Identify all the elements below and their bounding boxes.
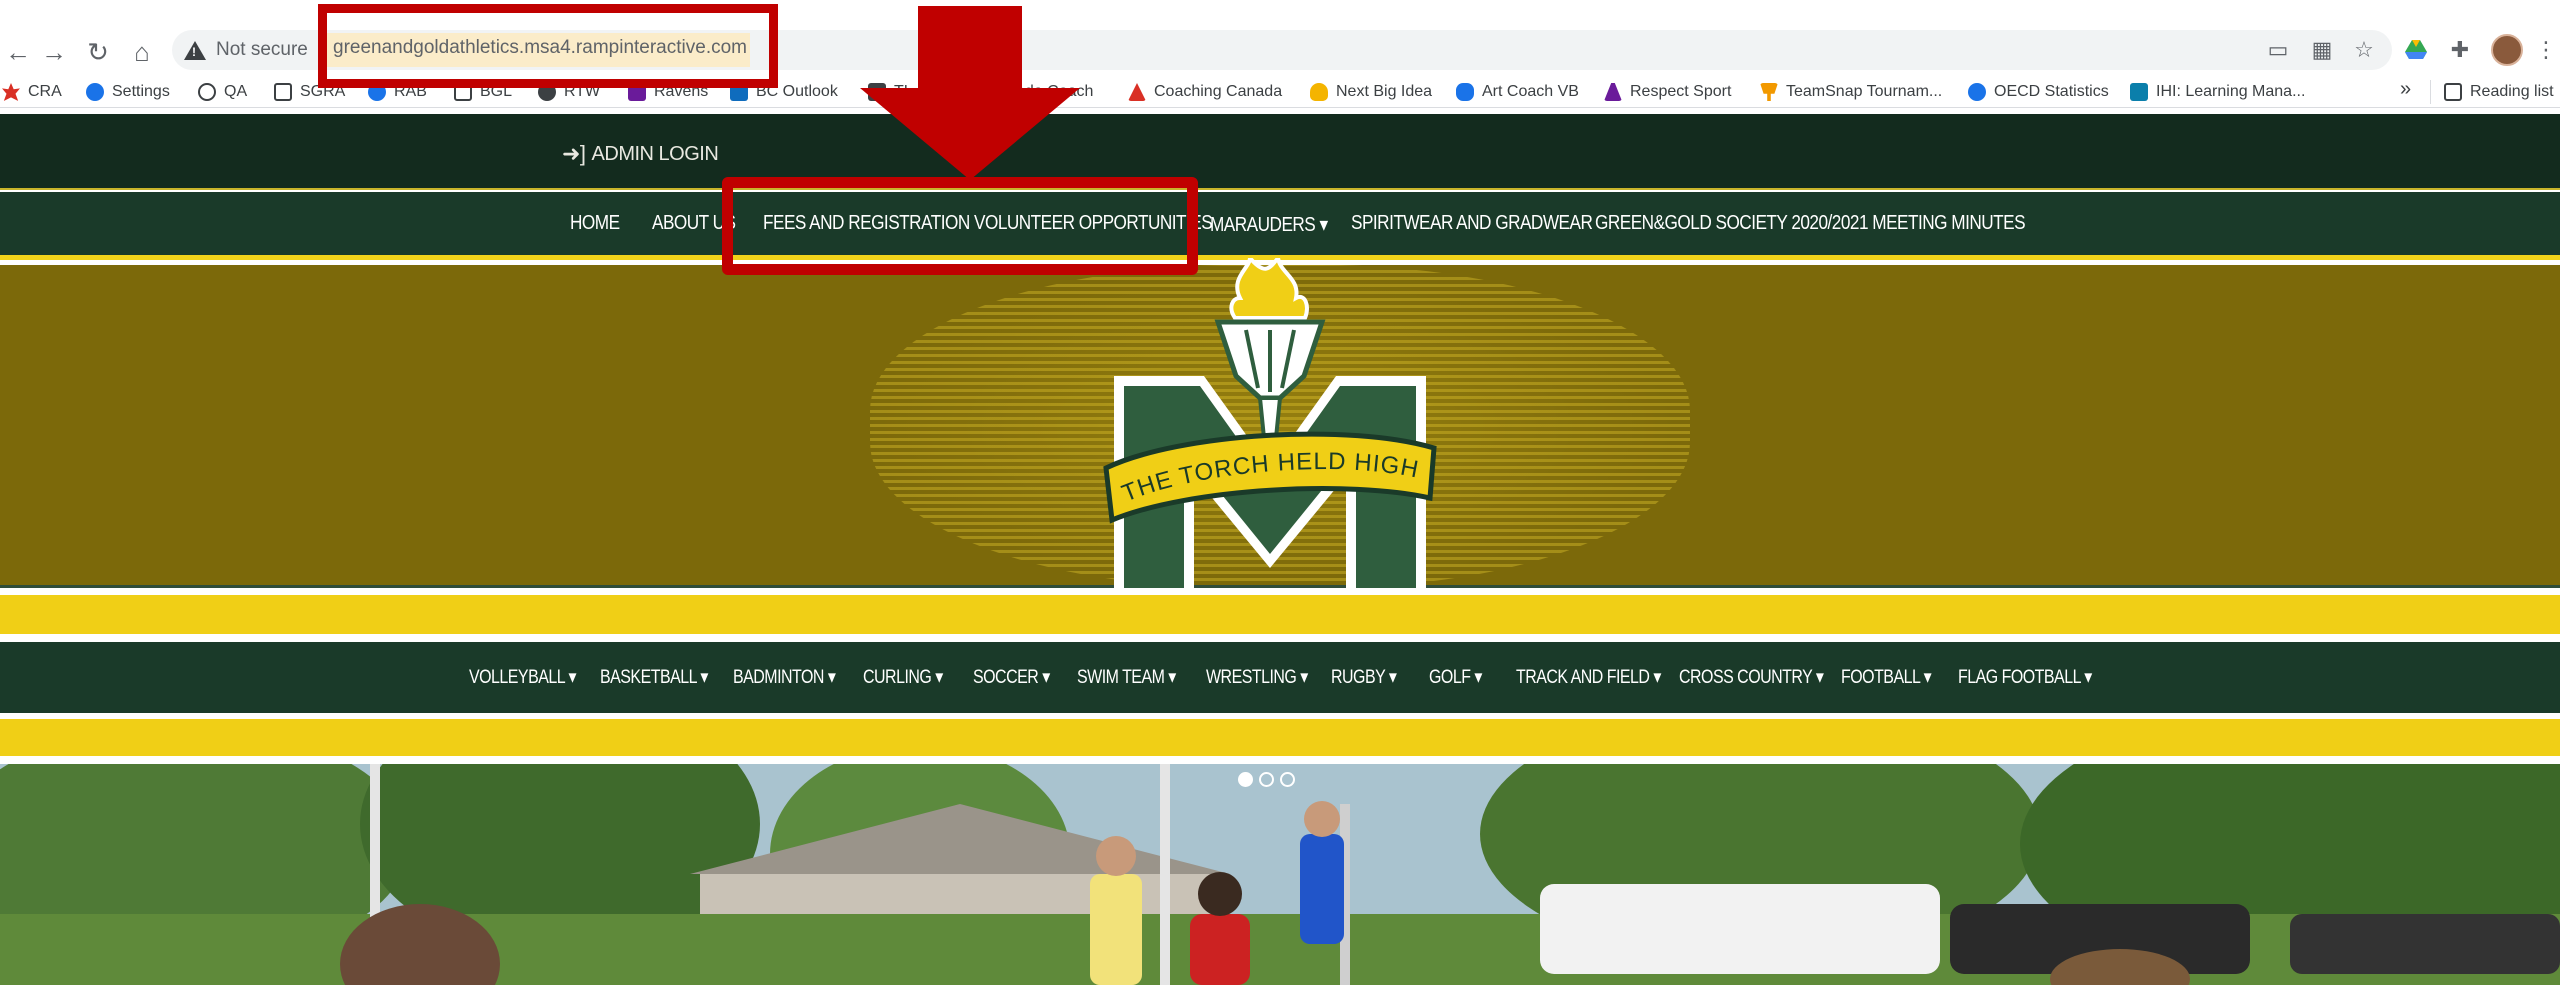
oecd-icon <box>1968 83 1986 101</box>
bookmark-item[interactable]: TeamSnap Tournam... <box>1760 80 1942 104</box>
reload-icon[interactable]: ↻ <box>80 34 116 70</box>
bookmark-label: Respect Sport <box>1630 83 1732 100</box>
site-top-bar <box>0 114 2560 190</box>
sport-basketball[interactable]: BASKETBALL ▾ <box>600 666 708 689</box>
school-logo: THE TORCH HELD HIGH <box>1103 258 1437 598</box>
nav-marauders[interactable]: MARAUDERS ▾ <box>1210 212 1328 237</box>
bookmarks-divider <box>2430 80 2431 104</box>
bookmark-label: Settings <box>112 83 170 100</box>
forward-icon[interactable]: → <box>36 34 72 70</box>
annotation-url-box <box>318 4 778 88</box>
respect-sport-icon <box>1604 83 1622 101</box>
screenshot: ← → ↻ ⌂ Not secure greenandgoldathletics… <box>0 0 2560 985</box>
sport-track-and-field[interactable]: TRACK AND FIELD ▾ <box>1516 666 1661 689</box>
reading-list-button[interactable]: Reading list <box>2444 80 2554 104</box>
gold-band <box>0 719 2560 759</box>
more-bookmarks-icon[interactable]: » <box>2400 78 2411 101</box>
trophy-icon <box>1760 83 1778 101</box>
art-coach-icon <box>1456 83 1474 101</box>
profile-avatar[interactable] <box>2491 34 2523 66</box>
bookmark-item[interactable]: Next Big Idea <box>1310 80 1432 104</box>
carousel-dot-2[interactable] <box>1259 772 1274 787</box>
reading-list-label: Reading list <box>2470 83 2554 100</box>
sport-volleyball[interactable]: VOLLEYBALL ▾ <box>469 666 576 689</box>
bookmark-label: IHI: Learning Mana... <box>2156 83 2306 100</box>
sport-golf[interactable]: GOLF ▾ <box>1429 666 1482 689</box>
globe-icon <box>198 83 216 101</box>
bookmark-label: QA <box>224 83 248 100</box>
back-icon[interactable]: ← <box>0 34 36 70</box>
carousel-indicators <box>1238 772 1295 787</box>
nav-spiritwear-and-gradwear[interactable]: SPIRITWEAR AND GRADWEAR <box>1351 212 1593 235</box>
reading-list-icon <box>2444 83 2462 101</box>
sport-swim-team[interactable]: SWIM TEAM ▾ <box>1077 666 1176 689</box>
ihi-icon <box>2130 83 2148 101</box>
bookmark-label: OECD Statistics <box>1994 83 2109 100</box>
coaching-canada-icon <box>1128 83 1146 101</box>
bookmark-label: CRA <box>28 83 62 100</box>
nav-home[interactable]: HOME <box>570 212 620 235</box>
bookmark-item[interactable]: QA <box>198 80 247 104</box>
gold-band <box>0 595 2560 637</box>
sport-wrestling[interactable]: WRESTLING ▾ <box>1206 666 1308 689</box>
bookmark-item[interactable]: Respect Sport <box>1604 80 1731 104</box>
bookmark-item[interactable]: OECD Statistics <box>1968 80 2109 104</box>
sport-rugby[interactable]: RUGBY ▾ <box>1331 666 1397 689</box>
bookmark-item[interactable]: Settings <box>86 80 170 104</box>
sport-flag-football[interactable]: FLAG FOOTBALL ▾ <box>1958 666 2092 689</box>
nav-green-gold-society-minutes[interactable]: GREEN&GOLD SOCIETY 2020/2021 MEETING MIN… <box>1595 212 2026 235</box>
home-icon[interactable]: ⌂ <box>124 34 160 70</box>
bookmark-label: Art Coach VB <box>1482 83 1579 100</box>
warning-icon <box>184 40 206 60</box>
annotation-nav-box <box>722 177 1198 275</box>
bookmark-item[interactable]: IHI: Learning Mana... <box>2130 80 2305 104</box>
security-label: Not secure <box>216 39 308 60</box>
security-indicator[interactable]: Not secure <box>184 34 308 66</box>
bookmark-item[interactable]: Coaching Canada <box>1128 80 1282 104</box>
maple-leaf-icon <box>2 83 20 101</box>
bookmark-label: Next Big Idea <box>1336 83 1433 100</box>
gear-icon <box>86 83 104 101</box>
sport-soccer[interactable]: SOCCER ▾ <box>973 666 1050 689</box>
sport-cross-country[interactable]: CROSS COUNTRY ▾ <box>1679 666 1824 689</box>
sport-football[interactable]: FOOTBALL ▾ <box>1841 666 1932 689</box>
qr-code-icon[interactable]: ▦ <box>2306 34 2338 66</box>
soccer-photo <box>0 764 2560 985</box>
menu-icon[interactable]: ⋮ <box>2530 34 2560 66</box>
carousel-dot-1[interactable] <box>1238 772 1253 787</box>
bookmark-item[interactable]: Art Coach VB <box>1456 80 1579 104</box>
sport-badminton[interactable]: BADMINTON ▾ <box>733 666 836 689</box>
login-icon: ➜] <box>562 141 586 166</box>
extensions-icon[interactable]: ✚ <box>2444 34 2476 66</box>
cast-icon[interactable]: ▭ <box>2262 34 2294 66</box>
lightbulb-icon <box>1310 83 1328 101</box>
annotation-arrow <box>860 6 1080 180</box>
bookmark-item[interactable]: CRA <box>2 80 62 104</box>
bookmark-label: Coaching Canada <box>1154 83 1283 100</box>
carousel-photo[interactable] <box>0 764 2560 985</box>
r-badge-icon <box>274 83 292 101</box>
admin-login-label: ADMIN LOGIN <box>591 142 719 165</box>
sport-curling[interactable]: CURLING ▾ <box>863 666 943 689</box>
bookmark-star-icon[interactable]: ☆ <box>2348 34 2380 66</box>
drive-icon[interactable] <box>2400 34 2432 66</box>
carousel-dot-3[interactable] <box>1280 772 1295 787</box>
bookmark-label: TeamSnap Tournam... <box>1786 83 1943 100</box>
admin-login-link[interactable]: ➜] ADMIN LOGIN <box>562 140 719 168</box>
